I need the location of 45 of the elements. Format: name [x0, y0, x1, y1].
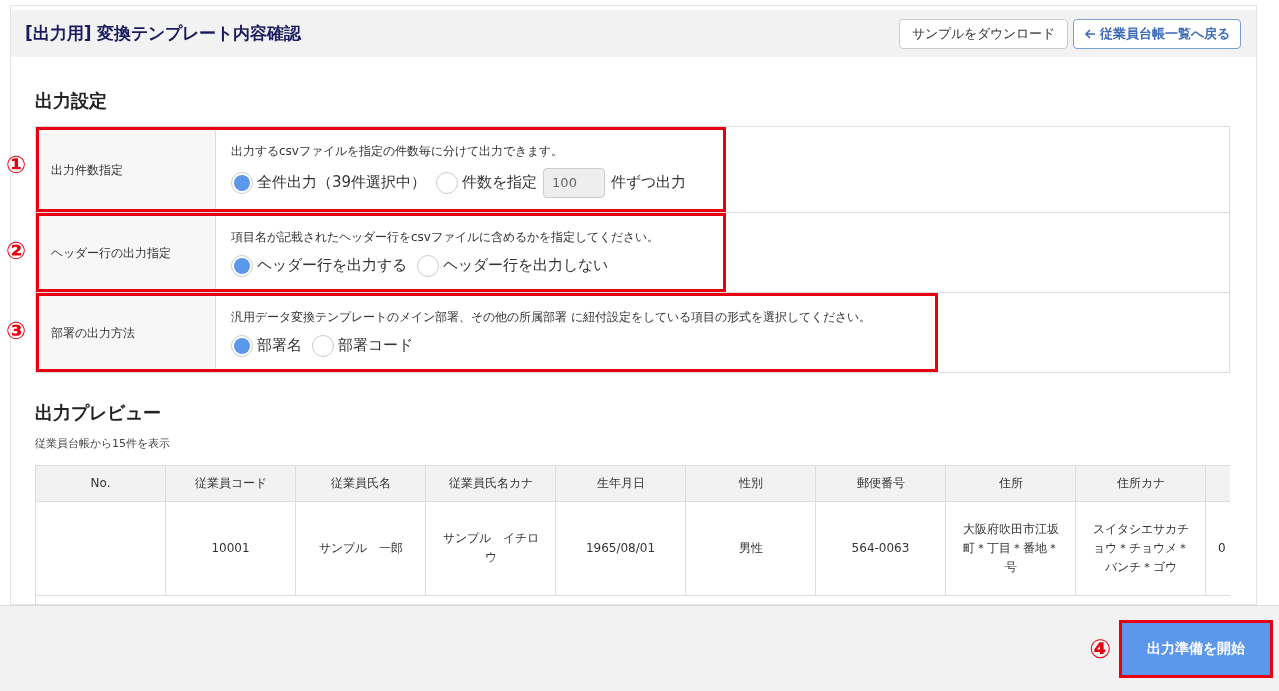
table-cell: サンプル 一郎	[295, 501, 426, 595]
table-cell: 564-0063	[815, 501, 946, 595]
table-cell: 1965/08/01	[555, 501, 686, 595]
radio-button[interactable]	[231, 334, 253, 357]
section-title: 出力設定	[35, 89, 108, 113]
setting-description: 汎用データ変換テンプレートのメイン部署、その他の所属部署 に紐付設定をしている項目の形式を選択してください。	[231, 309, 871, 327]
column-header: 性別	[685, 465, 816, 501]
back-button[interactable]: 従業員台帳一覧へ戻る	[1073, 18, 1241, 49]
radio-label[interactable]: ヘッダー行を出力する	[257, 254, 407, 277]
section-title: 出力プレビュー	[35, 401, 162, 425]
radio-button[interactable]	[417, 254, 439, 277]
radio-button[interactable]	[231, 254, 253, 277]
table-cell: スイタシエサカチョウ＊チョウメ＊バンチ＊ゴウ	[1075, 501, 1206, 595]
setting-description: 項目名が記載されたヘッダー行をcsvファイルに含めるかを指定してください。	[231, 229, 659, 247]
count-input[interactable]: 100	[543, 167, 606, 198]
radio-label[interactable]: 部署コード	[338, 334, 413, 357]
column-header: 生年月日	[555, 465, 686, 501]
column-header: 従業員氏名	[295, 465, 426, 501]
column-header: No.	[35, 465, 166, 501]
preview-subtitle: 従業員台帳から15件を表示	[35, 436, 171, 452]
column-header: 住所	[945, 465, 1076, 501]
radio-label[interactable]: 件数を指定	[462, 171, 538, 194]
column-header: 従業員コード	[165, 465, 296, 501]
radio-label[interactable]: 全件出力（39件選択中）	[257, 171, 427, 194]
page-title: [出力用] 変換テンプレート内容確認	[25, 21, 302, 45]
column-header: 住所カナ	[1075, 465, 1206, 501]
column-header: 郵便番号	[815, 465, 946, 501]
circled-number: ④	[1089, 635, 1111, 662]
circled-number: ③	[6, 319, 27, 343]
radio-label[interactable]: 部署名	[257, 334, 302, 357]
table-cell: 大阪府吹田市江坂町＊丁目＊番地＊号	[945, 501, 1076, 595]
table-cell: サンプル イチロウ	[425, 501, 556, 595]
download-sample-button[interactable]: サンプルをダウンロード	[899, 18, 1068, 49]
arrow-left-icon	[1084, 27, 1096, 40]
radio-label[interactable]: ヘッダー行を出力しない	[443, 254, 608, 277]
radio-button[interactable]	[231, 171, 253, 194]
suffix-label: 件ずつ出力	[611, 172, 687, 194]
circled-number: ②	[6, 239, 27, 263]
table-cell: 10001	[165, 501, 296, 595]
column-header: 従業員氏名カナ	[425, 465, 556, 501]
setting-description: 出力するcsvファイルを指定の件数毎に分けて出力できます。	[231, 142, 564, 160]
radio-button[interactable]	[436, 171, 459, 194]
circled-number: ①	[6, 153, 27, 177]
radio-button[interactable]	[312, 334, 334, 357]
table-cell: 男性	[685, 501, 816, 595]
